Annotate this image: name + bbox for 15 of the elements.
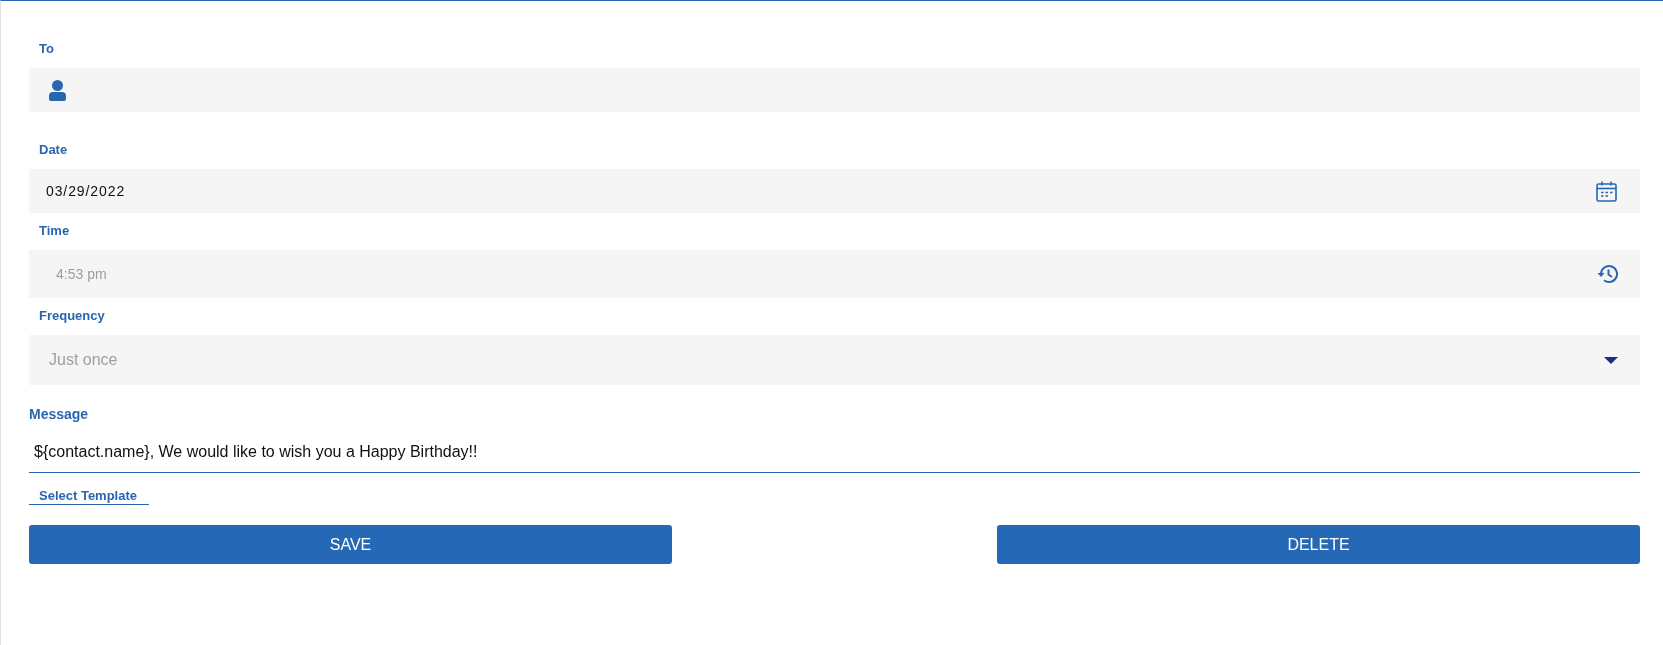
message-field[interactable]: ${contact.name}, We would like to wish you a Happy Birthday!!: [29, 440, 1640, 473]
field-label: Date: [39, 142, 68, 158]
date-field[interactable]: 03/29/2022: [29, 169, 1640, 213]
recipient-field[interactable]: [29, 68, 1640, 112]
save-button[interactable]: SAVE: [29, 525, 672, 564]
message-label: Message: [29, 406, 89, 422]
delete-button[interactable]: DELETE: [997, 525, 1640, 564]
field-label: To: [39, 41, 54, 57]
person-icon: [49, 79, 66, 101]
select-template-link[interactable]: Select Template: [29, 488, 149, 505]
caret-down-icon[interactable]: [1604, 356, 1618, 364]
history-clock-icon[interactable]: [1596, 264, 1618, 284]
field-label: Frequency: [39, 308, 105, 324]
field-label: Time: [39, 223, 70, 239]
calendar-icon[interactable]: [1596, 180, 1617, 202]
